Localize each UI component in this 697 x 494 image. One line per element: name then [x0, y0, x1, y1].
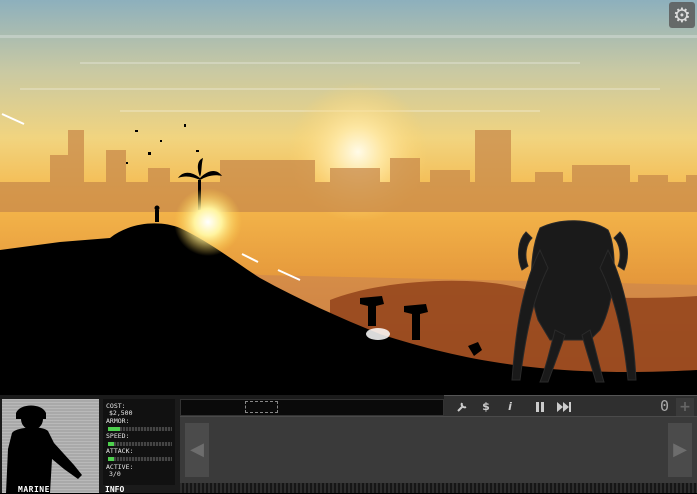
game-scene[interactable]: ⚙: [0, 0, 697, 395]
build-queue: [180, 399, 444, 416]
attack-bar-fill: [108, 457, 115, 461]
explosion: [174, 188, 242, 256]
hud-panel: MARINE INFO COST: $2,500 ARMOR: SPEED: A…: [0, 395, 697, 494]
speed-bar: [108, 442, 172, 446]
progress-ticks: [180, 483, 697, 493]
marine-silhouette: [6, 405, 82, 493]
attack-label: ATTACK:: [106, 447, 134, 455]
wrench-icon[interactable]: [452, 399, 472, 415]
scroll-left-arrow-icon[interactable]: ◀: [185, 423, 209, 477]
battlefield-background: [0, 0, 697, 395]
settings-gear-icon[interactable]: ⚙: [669, 2, 695, 28]
armor-label: ARMOR:: [106, 417, 130, 425]
scroll-right-arrow-icon[interactable]: ▶: [668, 423, 692, 477]
dollar-icon[interactable]: $: [476, 399, 496, 415]
pause-icon[interactable]: [530, 399, 550, 415]
armor-bar-fill: [108, 427, 120, 431]
unit-portrait[interactable]: [2, 399, 99, 493]
resource-counter: 0: [660, 397, 670, 415]
active-value: 3/0: [109, 470, 121, 478]
unit-selection-panel: ◀ ▶: [180, 416, 697, 483]
queue-slot[interactable]: [245, 401, 278, 413]
unit-stats: COST: $2,500 ARMOR: SPEED: ATTACK: ACTIV…: [103, 399, 175, 485]
armor-bar: [108, 427, 172, 431]
attack-bar: [108, 457, 172, 461]
cost-value: $2,500: [109, 409, 133, 417]
add-button[interactable]: +: [676, 398, 694, 416]
fast-forward-icon[interactable]: [554, 399, 574, 415]
impact-smoke: [366, 328, 390, 340]
speed-label: SPEED:: [106, 432, 130, 440]
speed-bar-fill: [108, 442, 115, 446]
marine-unit: [154, 205, 160, 222]
info-icon[interactable]: i: [500, 399, 520, 415]
